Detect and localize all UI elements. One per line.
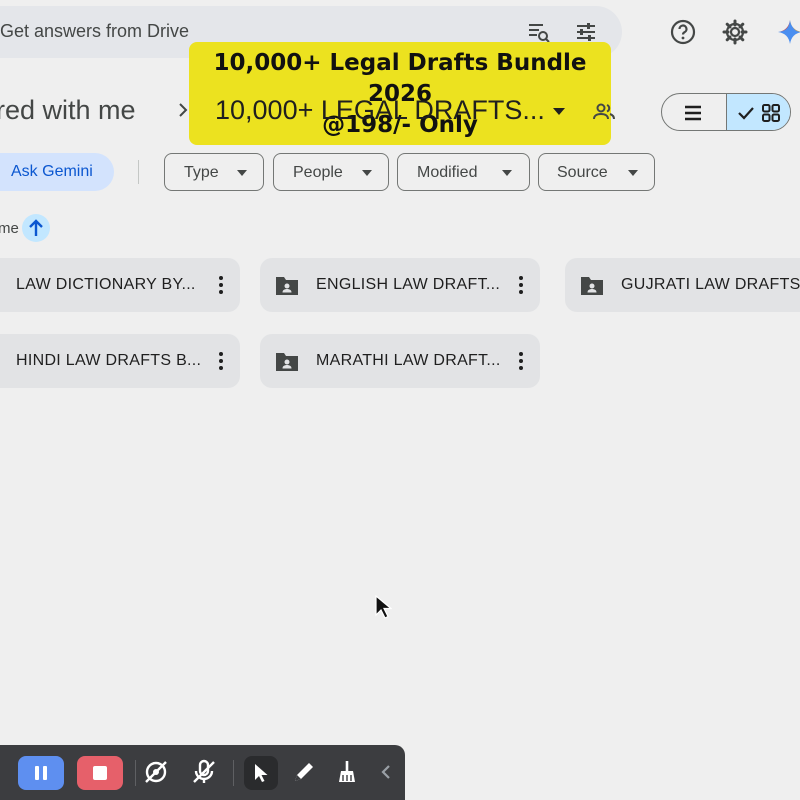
- more-vert-icon[interactable]: [218, 351, 224, 371]
- folder-card[interactable]: HINDI LAW DRAFTS B...: [0, 334, 240, 388]
- more-vert-icon[interactable]: [218, 275, 224, 295]
- grid-view-button[interactable]: [726, 94, 790, 130]
- pause-button[interactable]: [18, 756, 64, 790]
- cursor-icon: [255, 764, 268, 782]
- camera-off-icon[interactable]: [142, 758, 170, 786]
- pause-icon: [35, 766, 47, 780]
- filter-chip-source[interactable]: Source: [538, 153, 655, 191]
- recording-toolbar: [0, 745, 405, 800]
- divider: [233, 760, 234, 786]
- sort-label[interactable]: me: [0, 220, 19, 237]
- arrow-up-icon: [29, 219, 43, 236]
- folder-card[interactable]: LAW DICTIONARY BY...: [0, 258, 240, 312]
- breadcrumb-current-folder[interactable]: 10,000+ LEGAL DRAFTS...: [215, 95, 545, 126]
- shared-folder-icon: [276, 277, 298, 295]
- folder-card[interactable]: GUJRATI LAW DRAFTS...: [565, 258, 800, 312]
- filter-chip-label: Source: [557, 164, 608, 181]
- filter-chip-label: People: [293, 164, 343, 181]
- mic-off-icon[interactable]: [190, 758, 218, 786]
- settings-icon[interactable]: [721, 18, 749, 46]
- more-vert-icon[interactable]: [518, 351, 524, 371]
- sort-direction-button[interactable]: [22, 214, 50, 242]
- shared-folder-icon: [276, 353, 298, 371]
- shared-folder-icon: [581, 277, 603, 295]
- mouse-pointer-icon: [375, 594, 392, 619]
- eraser-icon[interactable]: [333, 758, 361, 786]
- help-icon[interactable]: [669, 18, 697, 46]
- list-view-icon: [685, 105, 701, 121]
- stop-icon: [93, 766, 107, 780]
- cursor-tool-button[interactable]: [244, 756, 278, 790]
- search-tune-icon[interactable]: [526, 20, 550, 44]
- promo-banner: 10,000+ Legal Drafts Bundle 2026 @198/- …: [189, 42, 611, 145]
- filter-chip-label: Type: [184, 164, 219, 181]
- folder-name: ENGLISH LAW DRAFT...: [316, 276, 501, 293]
- breadcrumb-shared-with-me[interactable]: red with me: [0, 95, 136, 126]
- ask-gemini-label: Ask Gemini: [11, 163, 93, 180]
- pen-icon[interactable]: [290, 758, 318, 786]
- list-view-button[interactable]: [662, 94, 726, 130]
- shared-people-icon[interactable]: [592, 100, 616, 124]
- check-icon: [738, 107, 754, 120]
- filter-icon[interactable]: [574, 20, 598, 44]
- grid-view-icon: [762, 104, 780, 122]
- caret-down-icon: [237, 170, 247, 176]
- folder-name: MARATHI LAW DRAFT...: [316, 352, 501, 369]
- caret-down-icon: [362, 170, 372, 176]
- divider: [138, 160, 139, 184]
- more-vert-icon[interactable]: [518, 275, 524, 295]
- chevron-right-icon: [179, 103, 188, 117]
- filter-chip-modified[interactable]: Modified: [397, 153, 530, 191]
- stop-button[interactable]: [77, 756, 123, 790]
- folder-card[interactable]: ENGLISH LAW DRAFT...: [260, 258, 540, 312]
- divider: [135, 760, 136, 786]
- folder-card[interactable]: MARATHI LAW DRAFT...: [260, 334, 540, 388]
- folder-name: HINDI LAW DRAFTS B...: [16, 352, 202, 369]
- folder-name: LAW DICTIONARY BY...: [16, 276, 196, 293]
- filter-chip-type[interactable]: Type: [164, 153, 264, 191]
- gemini-icon[interactable]: [776, 18, 800, 46]
- caret-down-icon: [502, 170, 512, 176]
- filter-chip-people[interactable]: People: [273, 153, 389, 191]
- folder-name: GUJRATI LAW DRAFTS...: [621, 276, 800, 293]
- view-toggle: [661, 93, 791, 131]
- caret-down-icon: [628, 170, 638, 176]
- filter-chip-label: Modified: [417, 164, 478, 181]
- ask-gemini-button[interactable]: Ask Gemini: [0, 153, 114, 191]
- search-input[interactable]: Get answers from Drive: [0, 21, 189, 42]
- collapse-icon[interactable]: [372, 758, 400, 786]
- caret-down-icon[interactable]: [552, 106, 566, 116]
